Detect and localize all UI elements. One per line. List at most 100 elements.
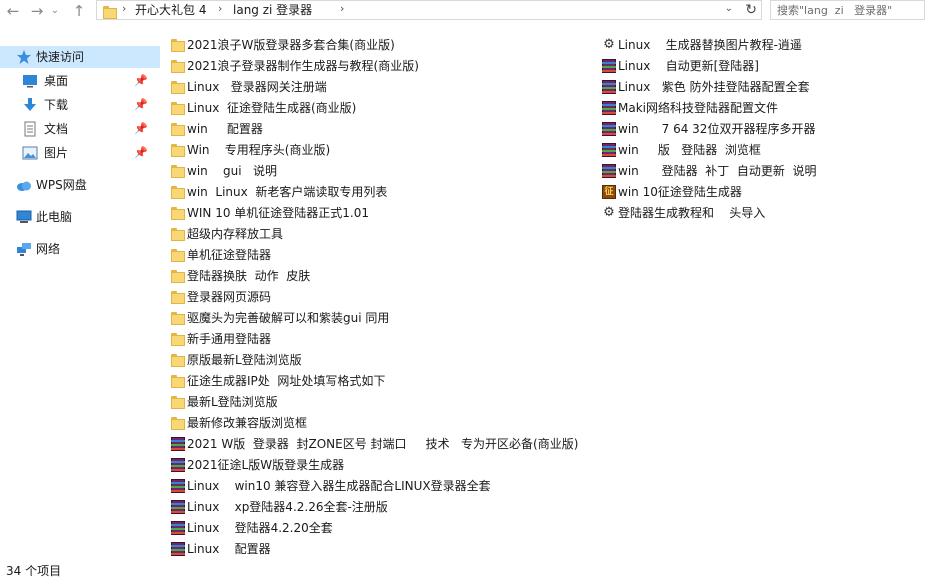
- refresh-icon[interactable]: ↻: [745, 2, 757, 18]
- archive-icon: [170, 520, 186, 536]
- pin-icon[interactable]: 📌: [134, 94, 148, 116]
- nav-downloads[interactable]: 下载 📌: [0, 94, 160, 116]
- forward-button[interactable]: →: [26, 1, 48, 21]
- folder-icon: [170, 247, 186, 263]
- archive-icon: [601, 79, 617, 95]
- folder-icon: [170, 310, 186, 326]
- folder-icon: [170, 58, 186, 74]
- nav-documents[interactable]: 文档 📌: [0, 118, 160, 140]
- nav-label: 下载: [44, 98, 69, 112]
- file-name: Linux 登录器网关注册端: [187, 80, 327, 94]
- nav-label: WPS网盘: [36, 178, 87, 192]
- arrow-up-icon: ↑: [72, 2, 86, 20]
- executable-icon: ⚙: [603, 37, 615, 52]
- star-icon: [16, 49, 32, 65]
- file-name: WIN 10 单机征途登陆器正式1.01: [187, 206, 369, 220]
- arrow-left-icon: ←: [6, 2, 20, 20]
- executable-icon: ⚙: [603, 205, 615, 220]
- pin-icon[interactable]: 📌: [134, 118, 148, 140]
- file-name: 登陆器换肤 动作 皮肤: [187, 269, 311, 283]
- folder-icon: [170, 37, 186, 53]
- nav-wps-cloud[interactable]: WPS网盘: [0, 174, 160, 196]
- picture-icon: [22, 145, 38, 161]
- network-icon: [16, 241, 32, 257]
- cloud-icon: [16, 177, 32, 193]
- archive-icon: [601, 163, 617, 179]
- folder-icon: [102, 4, 118, 20]
- file-name: Linux 紫色 防外挂登陆器配置全套: [618, 80, 810, 94]
- nav-pictures[interactable]: 图片 📌: [0, 142, 160, 164]
- folder-icon: [170, 79, 186, 95]
- status-item-count: 34 个项目: [6, 564, 62, 578]
- archive-icon: [601, 121, 617, 137]
- breadcrumb-separator: ›: [218, 2, 223, 15]
- nav-label: 图片: [44, 146, 69, 160]
- chevron-down-icon: ⌄: [50, 5, 60, 16]
- up-button[interactable]: ↑: [68, 1, 90, 21]
- file-name: 新手通用登陆器: [187, 332, 272, 346]
- folder-icon: [170, 184, 186, 200]
- folder-icon: [170, 394, 186, 410]
- breadcrumb-item[interactable]: lang zi 登录器: [233, 3, 312, 18]
- archive-icon: [170, 541, 186, 557]
- file-name: Win 专用程序头(商业版): [187, 143, 331, 157]
- nav-label: 文档: [44, 122, 69, 136]
- archive-icon: [170, 499, 186, 515]
- folder-icon: [170, 142, 186, 158]
- file-name: win gui 说明: [187, 164, 278, 178]
- file-name: 2021浪子W版登录器多套合集(商业版): [187, 38, 395, 52]
- file-name: Linux 征途登陆生成器(商业版): [187, 101, 357, 115]
- file-name: 最新L登陆浏览版: [187, 395, 278, 409]
- file-name: Maki网络科技登陆器配置文件: [618, 101, 778, 115]
- file-name: win 登陆器 补丁 自动更新 说明: [618, 164, 817, 178]
- breadcrumb-item[interactable]: 开心大礼包 4: [135, 3, 206, 18]
- download-icon: [22, 97, 38, 113]
- folder-icon: [170, 163, 186, 179]
- back-button[interactable]: ←: [2, 1, 24, 21]
- file-name: 2021 W版 登录器 封ZONE区号 封端口 技术 专为开区必备(商业版): [187, 437, 579, 451]
- file-name: 登录器网页源码: [187, 290, 272, 304]
- breadcrumb-separator: ›: [122, 2, 127, 15]
- address-bar[interactable]: › 开心大礼包 4 › lang zi 登录器 › ⌄ ↻: [96, 0, 762, 20]
- archive-icon: [170, 478, 186, 494]
- nav-this-pc[interactable]: 此电脑: [0, 206, 160, 228]
- nav-desktop[interactable]: 桌面 📌: [0, 70, 160, 92]
- archive-icon: [170, 457, 186, 473]
- folder-icon: [170, 331, 186, 347]
- file-name: win 7 64 32位双开器程序多开器: [618, 122, 816, 136]
- nav-label: 快速访问: [36, 50, 85, 64]
- nav-label: 桌面: [44, 74, 69, 88]
- folder-icon: [170, 352, 186, 368]
- file-name: win 10征途登陆生成器: [618, 185, 742, 199]
- archive-icon: [601, 100, 617, 116]
- address-toolbar: ← → ⌄ ↑ › 开心大礼包 4 › lang zi 登录器 › ⌄ ↻: [0, 0, 925, 22]
- folder-icon: [170, 121, 186, 137]
- search-box[interactable]: [770, 0, 925, 20]
- file-name: win 版 登陆器 浏览框: [618, 143, 761, 157]
- folder-icon: [170, 289, 186, 305]
- arrow-right-icon: →: [30, 2, 44, 20]
- file-name: 2021浪子登录器制作生成器与教程(商业版): [187, 59, 419, 73]
- pin-icon[interactable]: 📌: [134, 70, 148, 92]
- nav-label: 此电脑: [36, 210, 73, 224]
- search-input[interactable]: [777, 2, 917, 18]
- document-icon: [22, 121, 38, 137]
- nav-network[interactable]: 网络: [0, 238, 160, 260]
- file-name: win Linux 新老客户端读取专用列表: [187, 185, 388, 199]
- file-name: 驱魔头为完善破解可以和紫装gui 同用: [187, 311, 390, 325]
- file-name: Linux win10 兼容登入器生成器配合LINUX登录器全套: [187, 479, 491, 493]
- folder-icon: [170, 415, 186, 431]
- pin-icon[interactable]: 📌: [134, 142, 148, 164]
- app-icon: 征: [601, 184, 617, 200]
- file-name: 超级内存释放工具: [187, 227, 284, 241]
- recent-locations-button[interactable]: ⌄: [48, 1, 62, 21]
- file-name: Linux 生成器替换图片教程-逍遥: [618, 38, 802, 52]
- nav-label: 网络: [36, 242, 61, 256]
- archive-icon: [601, 58, 617, 74]
- folder-icon: [170, 373, 186, 389]
- file-name: Linux 自动更新[登陆器]: [618, 59, 759, 73]
- desktop-icon: [22, 73, 38, 89]
- address-dropdown-icon[interactable]: ⌄: [725, 3, 733, 14]
- nav-quick-access[interactable]: 快速访问: [0, 46, 160, 68]
- file-name: Linux 登陆器4.2.20全套: [187, 521, 333, 535]
